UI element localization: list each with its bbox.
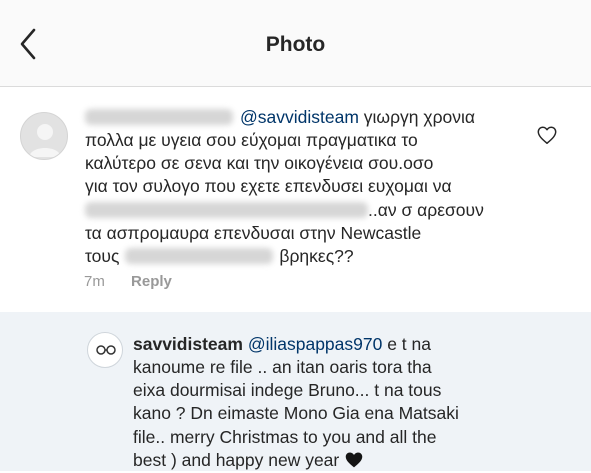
reply-text-6: best ) and happy new year (133, 450, 340, 470)
comment-line-6: τα ασπρομαυρα επενδυσαι στην Newcastle (85, 223, 422, 243)
reply-line-2: kanoume re file .. an itan oaris tora th… (133, 357, 432, 377)
comment-line-1: @savvidisteam γιωργη χρονια (85, 106, 475, 130)
comment-text-7a: τους (85, 246, 120, 266)
reply-line-1: savvidisteam @iliaspappas970 e t na (133, 333, 431, 357)
reply-text-1: e t na (382, 334, 431, 354)
comment-line-3: καλύτερο σε σενα και την οικογένεια σου.… (85, 153, 434, 173)
comment-line-7: τους βρηκες?? (85, 245, 354, 269)
comment-text-5: ..αν σ αρεσουν (368, 200, 484, 220)
comment-text-7b: βρηκες?? (279, 246, 354, 266)
blurred-username (85, 109, 233, 125)
comment-line-4: για τον συλογο που εχετε επενδυσει ευχομ… (85, 176, 452, 196)
reply-username[interactable]: savvidisteam (133, 334, 243, 354)
black-heart-icon (345, 452, 363, 468)
reply-line-5: file.. merry Christmas to you and all th… (133, 427, 437, 447)
default-avatar-icon (29, 124, 61, 157)
comment-body: @savvidisteam γιωργη χρονια πολλα με υγε… (85, 106, 525, 276)
heart-outline-icon (537, 126, 557, 144)
mention-link[interactable]: @iliaspappas970 (248, 334, 383, 354)
reply-avatar[interactable] (87, 332, 123, 368)
reply-body: savvidisteam @iliaspappas970 e t na kano… (133, 333, 573, 473)
reply-line-3: eixa dourmisai indege Bruno... t na tous (133, 380, 442, 400)
top-bar: Photo (0, 0, 591, 87)
reply-line-6: best ) and happy new year (133, 449, 364, 473)
comment-line-2: πολλα με υγεια σου εύχομαι πραγματικα το (85, 130, 418, 150)
reply-line-4: kano ? Dn eimaste Mono Gia ena Matsaki (133, 403, 459, 423)
commenter-avatar[interactable] (20, 112, 68, 160)
glasses-avatar-icon (96, 345, 116, 355)
page-title: Photo (265, 33, 326, 56)
comment-meta: 7m Reply (84, 273, 172, 290)
comment-text-1: γιωργη χρονια (358, 107, 476, 127)
timestamp: 7m (84, 273, 105, 290)
blurred-text (85, 202, 368, 218)
comment-line-5: ..αν σ αρεσουν (85, 199, 484, 223)
mention-link[interactable]: @savvidisteam (240, 107, 359, 127)
reply-button[interactable]: Reply (131, 273, 172, 290)
blurred-text (125, 248, 274, 264)
like-button[interactable] (536, 124, 558, 146)
